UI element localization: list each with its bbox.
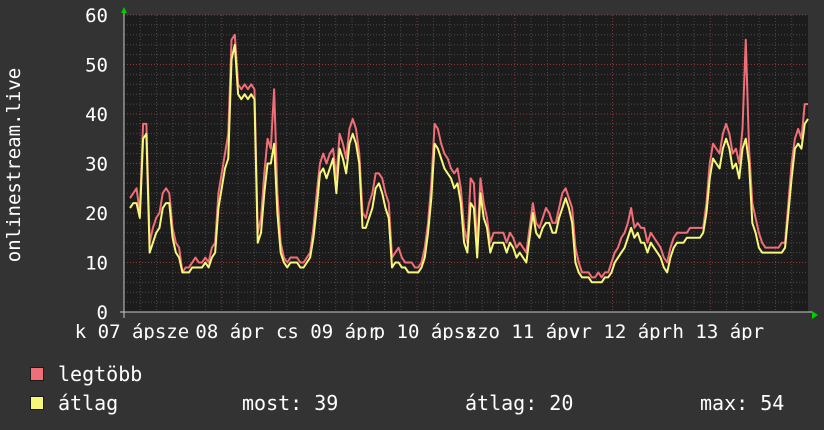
x-tick-label: 08 ápr [195, 321, 264, 340]
x-axis-arrow [812, 311, 818, 319]
y-tick-label: 60 [85, 5, 108, 27]
y-axis-label: onlinestream.live [3, 68, 25, 262]
y-axis-arrow [121, 7, 127, 13]
y-tick-label: 30 [85, 154, 108, 176]
y-ticks: 0102030405060 [85, 5, 108, 324]
y-tick-label: 20 [85, 203, 108, 225]
stat-max: max: 54 [700, 391, 785, 415]
legend-label-avg: átlag [58, 391, 119, 415]
y-tick-label: 10 [85, 253, 108, 275]
y-tick-label: 40 [85, 104, 108, 126]
x-ticks: k 07 ápsze 08 ápr cs 09 áprp 10 ápszszo 11… [75, 321, 764, 340]
legend-swatch-max [30, 367, 44, 381]
stat-average: átlag: 20 [465, 391, 574, 415]
x-tick-label: cs 09 ápr [276, 321, 379, 340]
x-tick-label: h 13 ápr [673, 321, 765, 340]
legend-swatch-avg [30, 396, 44, 410]
stat-most: most: 39 [242, 391, 339, 415]
legend-item-avg: átlag [30, 391, 118, 415]
y-tick-label: 50 [85, 55, 108, 77]
x-tick-label: p 10 ápsz [374, 321, 477, 340]
x-tick-label: vr 12 ápr [569, 321, 672, 340]
x-tick-label: k 07 ápsze [75, 321, 189, 340]
chart: 0102030405060 k 07 ápsze 08 ápr cs 09 áprp… [3, 5, 818, 340]
legend-item-max: legtöbb [30, 362, 142, 386]
x-tick-label: szo 11 ápv [466, 321, 580, 340]
legend-label-max: legtöbb [58, 362, 143, 386]
